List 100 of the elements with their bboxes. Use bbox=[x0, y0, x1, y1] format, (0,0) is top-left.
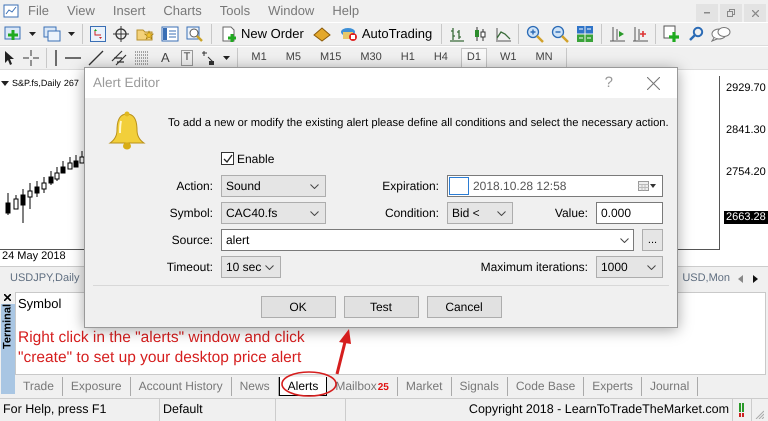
bell-icon bbox=[108, 111, 146, 151]
panel-label: Terminal bbox=[0, 304, 14, 394]
minimize-icon bbox=[704, 12, 710, 14]
terminal-tab[interactable]: Signals bbox=[452, 377, 508, 396]
browse-button[interactable]: ... bbox=[642, 229, 663, 251]
arrows-box-icon[interactable] bbox=[90, 26, 106, 42]
arrow bbox=[336, 329, 351, 374]
text-tool[interactable]: A bbox=[157, 50, 174, 66]
chart-tab[interactable]: USD,Mon bbox=[682, 272, 730, 286]
value-input[interactable]: 0.000 bbox=[596, 202, 663, 224]
search-icon[interactable] bbox=[688, 26, 704, 42]
crosshair-icon[interactable] bbox=[113, 26, 129, 42]
vertical-line-icon[interactable] bbox=[54, 50, 58, 66]
minimize-button[interactable] bbox=[696, 4, 718, 22]
annotation-text: Right click in the "alerts" window and click "create" to set up your desktop price alert bbox=[17, 328, 306, 368]
chart-price: 267 bbox=[64, 78, 79, 89]
horizontal-line-icon[interactable] bbox=[65, 56, 81, 60]
crosshair-icon[interactable] bbox=[23, 50, 39, 66]
terminal-tab[interactable]: Trade bbox=[15, 377, 63, 396]
timeframe-button[interactable]: H1 bbox=[394, 48, 421, 68]
status-text: Copyright 2018 - LearnToTradeTheMarket.com bbox=[346, 399, 733, 421]
iterations-dropdown[interactable]: 1000 bbox=[596, 256, 663, 278]
timeframe-button[interactable]: M1 bbox=[245, 48, 273, 68]
menu-item[interactable]: Tools bbox=[210, 3, 260, 19]
chevron-icon bbox=[620, 238, 629, 242]
window-plus-icon[interactable] bbox=[663, 25, 682, 43]
channel-icon[interactable] bbox=[111, 50, 127, 66]
timeout-dropdown[interactable]: 10 sec bbox=[221, 256, 281, 278]
terminal-tab[interactable]: Journal bbox=[642, 377, 698, 396]
price-label: 2929.70 bbox=[725, 82, 767, 96]
dialog-button[interactable]: OK bbox=[260, 296, 336, 318]
scroll-right-icon[interactable] bbox=[753, 274, 758, 282]
calendar-icon[interactable] bbox=[638, 181, 656, 191]
close-button[interactable] bbox=[744, 4, 766, 22]
tile-windows-icon[interactable] bbox=[576, 25, 594, 43]
bar-chart-icon[interactable] bbox=[449, 26, 466, 42]
chart-plus-icon[interactable] bbox=[4, 26, 22, 42]
windows-icon[interactable] bbox=[43, 26, 61, 42]
menu-item[interactable]: Insert bbox=[104, 3, 154, 19]
scroll-left-icon[interactable] bbox=[738, 274, 743, 282]
autoscroll-icon[interactable] bbox=[632, 26, 648, 42]
autotrading-button[interactable]: AutoTrading bbox=[338, 25, 434, 43]
symbol-dropdown[interactable]: CAC40.fs bbox=[221, 202, 326, 224]
document-plus-icon bbox=[221, 26, 237, 42]
enable-checkbox[interactable] bbox=[221, 152, 234, 166]
terminal-tab[interactable]: Experts bbox=[584, 377, 642, 396]
timeframe-button[interactable]: M15 bbox=[314, 48, 348, 68]
cursor-icon[interactable] bbox=[4, 50, 16, 66]
expiration-field[interactable]: 2018.10.28 12:58 bbox=[447, 175, 663, 197]
chart-shift-icon[interactable] bbox=[609, 26, 626, 42]
chat-icon[interactable] bbox=[711, 26, 732, 42]
action-dropdown[interactable]: Sound bbox=[221, 175, 326, 197]
caret-icon[interactable] bbox=[1, 80, 9, 86]
candlestick-icon[interactable] bbox=[472, 26, 488, 42]
timeframe-button[interactable]: M5 bbox=[280, 48, 307, 68]
field-label: Timeout: bbox=[166, 260, 213, 274]
line-chart-icon[interactable] bbox=[495, 26, 512, 42]
timeframe-button[interactable]: H4 bbox=[428, 48, 454, 68]
field-label: Maximum iterations: bbox=[480, 260, 588, 274]
new-order-button[interactable]: New Order bbox=[219, 25, 306, 43]
checkbox-label: Enable bbox=[237, 152, 274, 166]
app-icon[interactable] bbox=[3, 4, 19, 18]
caret-icon[interactable] bbox=[29, 32, 36, 36]
source-combobox[interactable]: alert bbox=[221, 229, 634, 251]
terminal-tab[interactable]: Mailbox25 bbox=[327, 377, 398, 396]
close-icon bbox=[752, 10, 758, 16]
terminal-tab[interactable]: Account History bbox=[130, 377, 232, 396]
dialog-button[interactable]: Test bbox=[344, 296, 418, 318]
chevron-icon bbox=[310, 184, 319, 188]
dialog-button[interactable]: Cancel bbox=[426, 296, 502, 318]
timeframe-button[interactable]: D1 bbox=[460, 48, 487, 68]
zoom-out-icon[interactable] bbox=[551, 25, 570, 43]
label-tool[interactable]: T bbox=[180, 50, 194, 66]
menu-item[interactable]: File bbox=[19, 3, 58, 19]
menu-item[interactable]: View bbox=[58, 3, 104, 19]
caret-icon[interactable] bbox=[68, 32, 75, 36]
condition-dropdown[interactable]: Bid < bbox=[447, 202, 513, 224]
trendline-icon[interactable] bbox=[88, 50, 104, 66]
close-button[interactable] bbox=[647, 76, 660, 90]
caret-icon[interactable] bbox=[223, 56, 230, 60]
restore-button[interactable] bbox=[720, 4, 742, 22]
chart-tab[interactable]: USDJPY,Daily bbox=[10, 272, 80, 286]
terminal-tab[interactable]: Exposure bbox=[62, 377, 131, 396]
field-label: Value: bbox=[554, 206, 588, 220]
timeframe-button[interactable]: W1 bbox=[494, 48, 522, 68]
zoom-in-icon[interactable] bbox=[526, 25, 544, 43]
list-window-icon[interactable] bbox=[161, 26, 179, 42]
timeframe-button[interactable]: M30 bbox=[354, 48, 388, 68]
expiration-checkbox[interactable] bbox=[449, 177, 469, 195]
resize-grip-icon[interactable] bbox=[754, 409, 764, 419]
close-icon[interactable] bbox=[4, 294, 11, 301]
column-header: Symbol bbox=[17, 295, 62, 312]
status-text: Default bbox=[160, 399, 276, 421]
timeframe-button[interactable]: MN bbox=[529, 48, 559, 68]
menu-item[interactable]: Help bbox=[323, 3, 368, 19]
terminal-tab[interactable]: Code Base bbox=[508, 377, 584, 396]
dialog-message: To add a new or modify the existing alert please define all conditions and select the necessary action. bbox=[168, 117, 669, 130]
terminal-tab[interactable]: Market bbox=[398, 377, 452, 396]
menu-item[interactable]: Charts bbox=[154, 3, 211, 19]
menu-item[interactable]: Window bbox=[259, 3, 324, 19]
